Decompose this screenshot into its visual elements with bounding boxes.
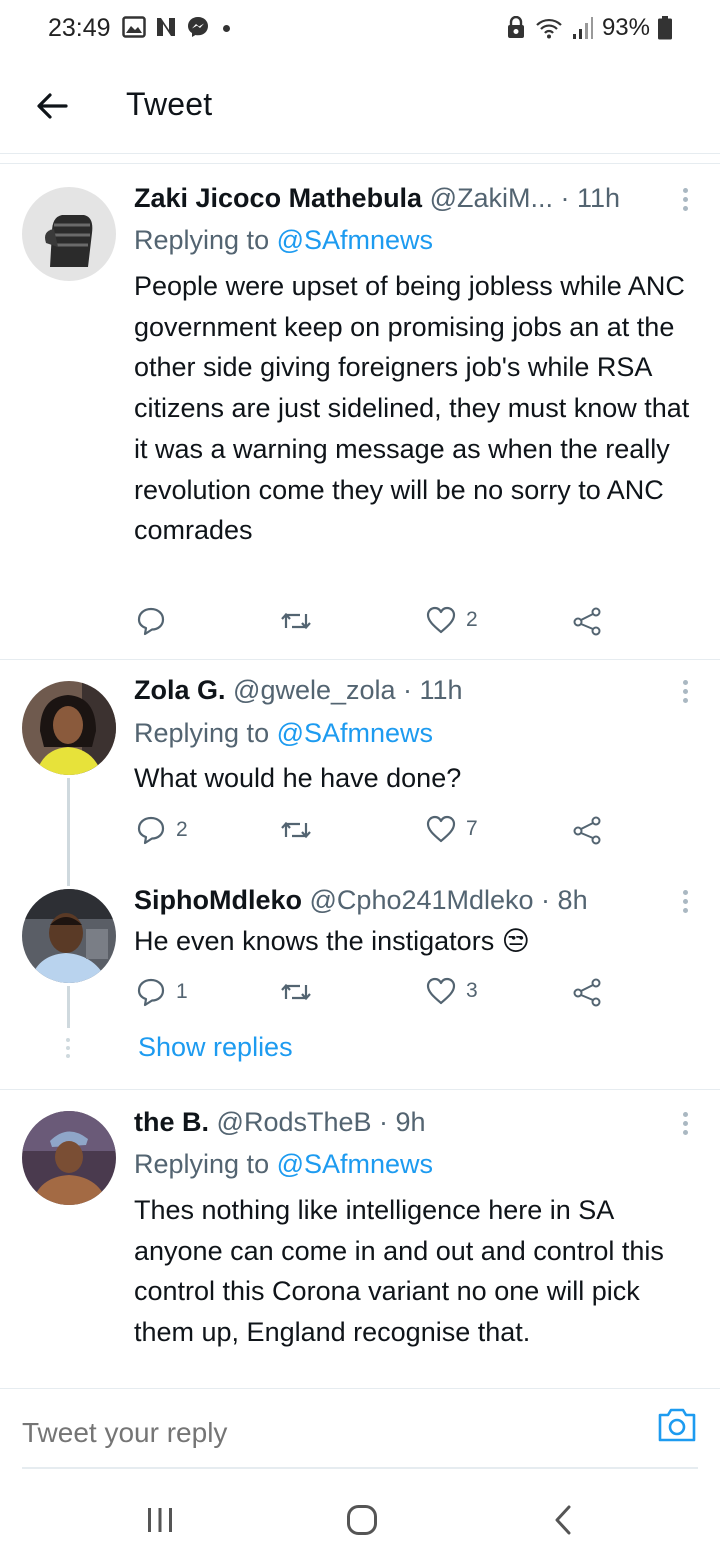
home-icon[interactable] bbox=[346, 1504, 378, 1536]
replying-prefix: Replying to bbox=[134, 1149, 270, 1179]
header-divider bbox=[0, 154, 720, 164]
handle-time: @Cpho241Mdleko · 8h bbox=[309, 885, 588, 915]
mention-link[interactable]: @SAfmnews bbox=[277, 718, 433, 748]
like-count: 2 bbox=[466, 608, 478, 631]
avatar[interactable] bbox=[22, 681, 116, 775]
retweet-button[interactable] bbox=[280, 606, 322, 636]
nav-back-icon[interactable] bbox=[552, 1504, 574, 1536]
replying-to: Replying to @SAfmnews bbox=[134, 1149, 433, 1180]
tweet-header: Zaki Jicoco Mathebula @ZakiM... · 11h bbox=[134, 183, 620, 214]
reply-button[interactable] bbox=[136, 606, 176, 636]
tweet-text-body: He even knows the instigators bbox=[134, 926, 495, 956]
tweet-divider bbox=[0, 1089, 720, 1090]
tweet-divider bbox=[0, 659, 720, 660]
camera-icon[interactable] bbox=[656, 1405, 698, 1445]
thread-dots bbox=[66, 1038, 71, 1062]
reply-icon bbox=[137, 607, 165, 636]
display-name[interactable]: the B. bbox=[134, 1107, 209, 1137]
thread-line bbox=[67, 986, 70, 1028]
battery-icon bbox=[658, 16, 672, 40]
status-right: 93% bbox=[506, 14, 672, 42]
back-arrow-icon[interactable] bbox=[32, 86, 72, 126]
mention-link[interactable]: @SAfmnews bbox=[277, 1149, 433, 1179]
replying-prefix: Replying to bbox=[134, 718, 270, 748]
handle-time: @ZakiM... · 11h bbox=[429, 183, 621, 213]
wifi-icon bbox=[536, 18, 562, 39]
tweet-header: the B. @RodsTheB · 9h bbox=[134, 1107, 426, 1138]
more-icon[interactable] bbox=[678, 1112, 692, 1138]
tweet-actions: 2 7 bbox=[134, 815, 614, 849]
lock-recycle-icon bbox=[507, 16, 524, 38]
reply-button[interactable]: 1 bbox=[136, 977, 188, 1007]
reply-composer bbox=[0, 1388, 720, 1478]
share-button[interactable] bbox=[572, 977, 602, 1007]
share-icon bbox=[573, 607, 601, 636]
retweet-icon bbox=[281, 821, 311, 839]
retweet-button[interactable] bbox=[280, 815, 322, 845]
replying-to: Replying to @SAfmnews bbox=[134, 718, 433, 749]
display-name[interactable]: Zola G. bbox=[134, 675, 226, 705]
notification-icons bbox=[122, 15, 210, 39]
tweet-text: What would he have done? bbox=[134, 763, 462, 793]
like-count: 3 bbox=[466, 979, 478, 1002]
replying-prefix: Replying to bbox=[134, 225, 270, 255]
tweet-actions: 2 bbox=[134, 606, 614, 640]
share-icon bbox=[573, 978, 601, 1007]
share-icon bbox=[573, 816, 601, 845]
status-time: 23:49 bbox=[48, 14, 111, 42]
retweet-icon bbox=[281, 983, 311, 1001]
like-icon bbox=[426, 815, 456, 843]
tweet-text: People were upset of being jobless while… bbox=[134, 271, 690, 546]
tweet-text: Thes nothing like intelligence here in S… bbox=[134, 1195, 664, 1348]
share-button[interactable] bbox=[572, 606, 602, 636]
like-button[interactable]: 7 bbox=[426, 815, 478, 843]
like-icon bbox=[426, 977, 456, 1005]
system-nav-bar bbox=[0, 1480, 720, 1560]
avatar[interactable] bbox=[22, 889, 116, 983]
reply-input[interactable] bbox=[22, 1417, 622, 1449]
status-bar: 23:49 93% bbox=[0, 0, 720, 58]
more-notifications-dot bbox=[223, 25, 230, 32]
mention-link[interactable]: @SAfmnews bbox=[277, 225, 433, 255]
avatar[interactable] bbox=[22, 187, 116, 281]
page-title: Tweet bbox=[126, 86, 213, 122]
thread-line bbox=[67, 778, 70, 886]
handle-time: @RodsTheB · 9h bbox=[216, 1107, 426, 1137]
reply-icon bbox=[137, 816, 165, 845]
display-name[interactable]: Zaki Jicoco Mathebula bbox=[134, 183, 422, 213]
reply-button[interactable]: 2 bbox=[136, 815, 188, 845]
replying-to: Replying to @SAfmnews bbox=[134, 225, 433, 256]
like-button[interactable]: 3 bbox=[426, 977, 478, 1005]
unamused-emoji-icon: 😒 bbox=[501, 926, 530, 956]
more-icon[interactable] bbox=[678, 188, 692, 214]
show-replies-link[interactable]: Show replies bbox=[138, 1032, 293, 1063]
news-notification-icon bbox=[157, 18, 175, 36]
reply-underline bbox=[22, 1467, 698, 1469]
retweet-button[interactable] bbox=[280, 977, 322, 1007]
gallery-notification-icon bbox=[122, 16, 146, 38]
display-name[interactable]: SiphoMdleko bbox=[134, 885, 302, 915]
signal-icon bbox=[572, 17, 593, 39]
share-button[interactable] bbox=[572, 815, 602, 845]
handle-time: @gwele_zola · 11h bbox=[233, 675, 463, 705]
like-button[interactable]: 2 bbox=[426, 606, 478, 634]
reply-count: 2 bbox=[176, 818, 188, 841]
tweet-text: He even knows the instigators 😒 bbox=[134, 921, 704, 962]
tweet-header: Zola G. @gwele_zola · 11h bbox=[134, 675, 463, 706]
reply-count: 1 bbox=[176, 980, 188, 1003]
retweet-icon bbox=[281, 612, 311, 630]
reply-icon bbox=[137, 978, 165, 1007]
messenger-notification-icon bbox=[188, 17, 208, 37]
tweet-actions: 1 3 bbox=[134, 977, 614, 1011]
avatar[interactable] bbox=[22, 1111, 116, 1205]
like-count: 7 bbox=[466, 817, 478, 840]
recent-apps-icon[interactable] bbox=[145, 1506, 175, 1534]
app-header: Tweet bbox=[0, 58, 720, 154]
tweet-header: SiphoMdleko @Cpho241Mdleko · 8h bbox=[134, 885, 588, 916]
battery-percent: 93% bbox=[601, 14, 650, 41]
like-icon bbox=[426, 606, 456, 634]
more-icon[interactable] bbox=[678, 680, 692, 706]
more-icon[interactable] bbox=[678, 890, 692, 916]
